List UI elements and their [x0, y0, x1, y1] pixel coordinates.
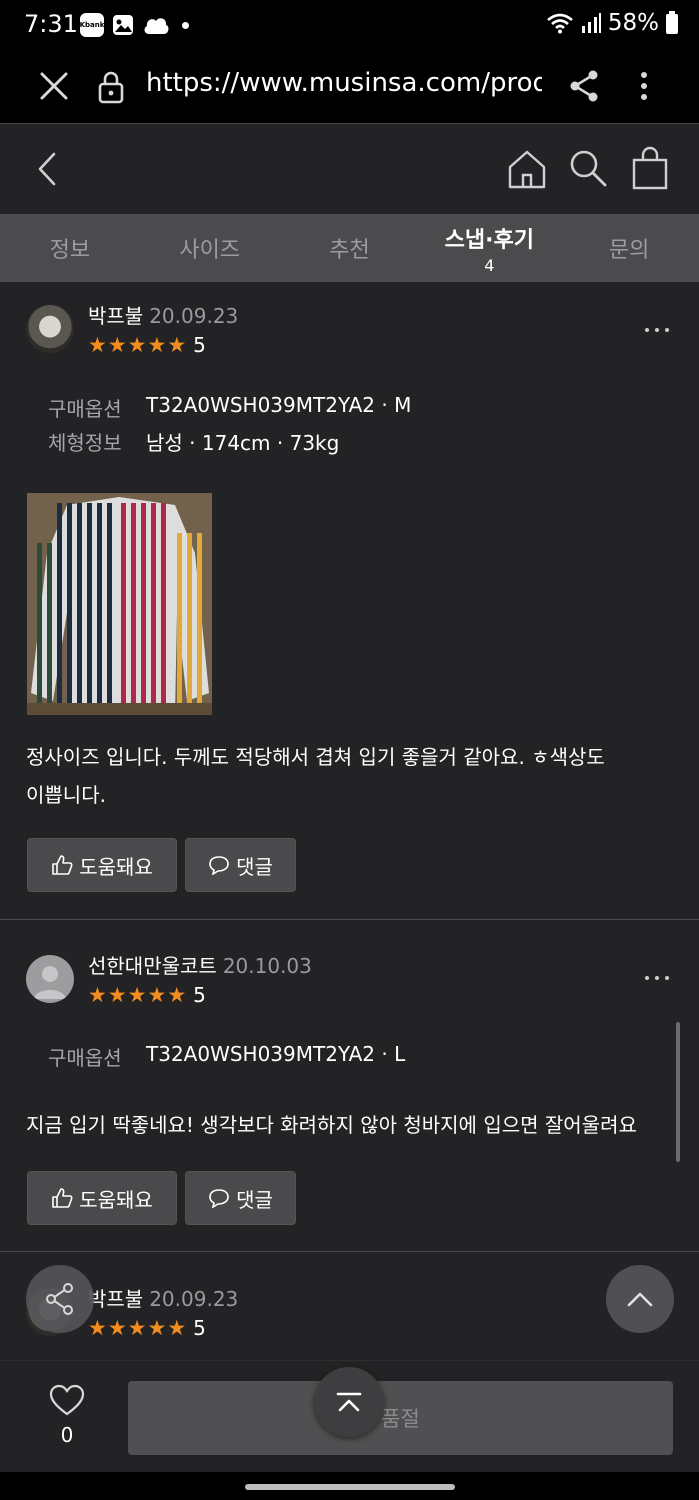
thumbs-up-icon	[52, 1188, 73, 1208]
star-icon: ★	[88, 982, 107, 1007]
rating-stars: ★ ★ ★ ★ ★ 5	[88, 983, 206, 1007]
star-icon: ★	[147, 982, 167, 1007]
notification-dot	[182, 21, 189, 29]
option-value: T32A0WSH039MT2YA2 · L	[146, 1042, 406, 1066]
reviewer-name-line: 선한대만울코트 20.10.03	[88, 950, 312, 979]
comment-button[interactable]: 댓글	[185, 838, 296, 892]
tab-inquiry[interactable]: 문의	[559, 214, 699, 282]
chevron-up-icon	[627, 1292, 653, 1307]
speech-bubble-icon	[209, 1189, 229, 1208]
status-notification-icons: Kbank	[80, 13, 189, 37]
tab-snap-review[interactable]: 스냅·후기 4	[419, 214, 559, 282]
review-date: 20.09.23	[149, 1287, 239, 1311]
star-icon: ★	[167, 1315, 187, 1340]
purchase-option-row: 구매옵션 T32A0WSH039MT2YA2 · L	[48, 1042, 405, 1071]
heart-icon[interactable]	[48, 1383, 86, 1417]
status-bar: 7:31 Kbank 58%	[0, 0, 699, 50]
status-system-icons: 58%	[546, 10, 679, 36]
floating-share-button[interactable]	[26, 1265, 94, 1333]
star-icon: ★	[127, 1315, 147, 1340]
status-time: 7:31	[24, 10, 78, 38]
thumbs-up-icon	[52, 855, 73, 875]
battery-icon	[666, 11, 678, 34]
tab-size[interactable]: 사이즈	[140, 214, 280, 282]
star-icon: ★	[107, 982, 127, 1007]
wifi-icon	[547, 13, 573, 34]
system-nav-bar	[0, 1472, 699, 1500]
rating-score: 5	[193, 333, 206, 357]
scroll-to-top-button[interactable]	[314, 1367, 384, 1437]
shopping-bag-icon[interactable]	[630, 146, 670, 190]
helpful-button[interactable]: 도움돼요	[27, 838, 177, 892]
review-date: 20.10.03	[222, 954, 312, 978]
star-icon: ★	[127, 332, 147, 357]
star-icon: ★	[88, 332, 107, 357]
review-photo[interactable]	[27, 493, 212, 715]
battery-percent: 58%	[607, 10, 659, 36]
like-count: 0	[60, 1423, 74, 1447]
option-value: T32A0WSH039MT2YA2 · M	[146, 393, 412, 417]
search-icon[interactable]	[568, 148, 608, 188]
more-vertical-icon[interactable]	[630, 68, 658, 104]
more-horizontal-icon[interactable]	[644, 974, 670, 982]
body-label: 체형정보	[48, 431, 122, 455]
option-label: 구매옵션	[48, 397, 122, 421]
signal-icon	[581, 13, 601, 33]
rating-score: 5	[193, 1316, 206, 1340]
home-icon[interactable]	[506, 148, 548, 190]
scroll-top-icon	[336, 1392, 362, 1412]
option-label: 구매옵션	[48, 1046, 122, 1070]
review-date: 20.09.23	[149, 304, 239, 328]
rating-score: 5	[193, 983, 206, 1007]
review-text: 지금 입기 딱좋네요! 생각보다 화려하지 않아 청바지에 입으면 잘어울려요	[26, 1113, 637, 1137]
product-tabs: 정보 사이즈 추천 스냅·후기 4 문의	[0, 214, 699, 282]
review-count: 4	[484, 255, 495, 275]
scrollbar[interactable]	[676, 1022, 680, 1162]
rating-stars: ★ ★ ★ ★ ★ 5	[88, 1316, 206, 1340]
star-icon: ★	[88, 1315, 107, 1340]
tab-recommend[interactable]: 추천	[280, 214, 420, 282]
sold-out-button[interactable]: 품절	[128, 1381, 673, 1455]
speech-bubble-icon	[209, 856, 229, 875]
reviewer-name-line: 박프불 20.09.23	[88, 1283, 238, 1312]
star-icon: ★	[167, 982, 187, 1007]
comment-button[interactable]: 댓글	[185, 1171, 296, 1225]
back-icon[interactable]	[32, 150, 64, 188]
share-icon	[46, 1283, 73, 1315]
tab-info[interactable]: 정보	[0, 214, 140, 282]
reviewer-name[interactable]: 박프불	[88, 304, 143, 328]
star-icon: ★	[147, 332, 167, 357]
kbank-icon: Kbank	[80, 13, 104, 37]
star-icon: ★	[107, 1315, 127, 1340]
star-icon: ★	[147, 1315, 167, 1340]
review-divider	[0, 1251, 699, 1252]
lock-icon[interactable]	[96, 70, 126, 104]
body-value: 남성 · 174cm · 73kg	[146, 431, 340, 455]
avatar[interactable]	[26, 955, 74, 1003]
browser-url-bar: https://www.musinsa.com/product/	[0, 50, 699, 124]
home-gesture-handle[interactable]	[245, 1484, 455, 1490]
close-icon[interactable]	[36, 68, 72, 104]
more-horizontal-icon[interactable]	[644, 326, 670, 334]
body-info-row: 체형정보 남성 · 174cm · 73kg	[48, 427, 339, 456]
share-icon[interactable]	[566, 68, 602, 104]
helpful-button[interactable]: 도움돼요	[27, 1171, 177, 1225]
cloud-icon	[144, 18, 169, 34]
review-text: 정사이즈 입니다. 두께도 적당해서 겹쳐 입기 좋을거 같아요. ㅎ색상도 이…	[26, 745, 605, 807]
default-avatar-icon	[34, 966, 66, 999]
reviewer-name-line: 박프불 20.09.23	[88, 300, 238, 329]
gallery-icon	[113, 15, 133, 35]
rating-stars: ★ ★ ★ ★ ★ 5	[88, 333, 206, 357]
star-icon: ★	[127, 982, 147, 1007]
scroll-up-button[interactable]	[606, 1265, 674, 1333]
page-header	[0, 124, 699, 214]
avatar[interactable]	[26, 305, 74, 353]
reviewer-name[interactable]: 박프불	[88, 1287, 143, 1311]
star-icon: ★	[107, 332, 127, 357]
review-divider	[0, 919, 699, 920]
reviewer-name[interactable]: 선한대만울코트	[88, 954, 217, 978]
url-address[interactable]: https://www.musinsa.com/product/	[146, 68, 542, 98]
star-icon: ★	[167, 332, 187, 357]
purchase-option-row: 구매옵션 T32A0WSH039MT2YA2 · M	[48, 393, 411, 422]
